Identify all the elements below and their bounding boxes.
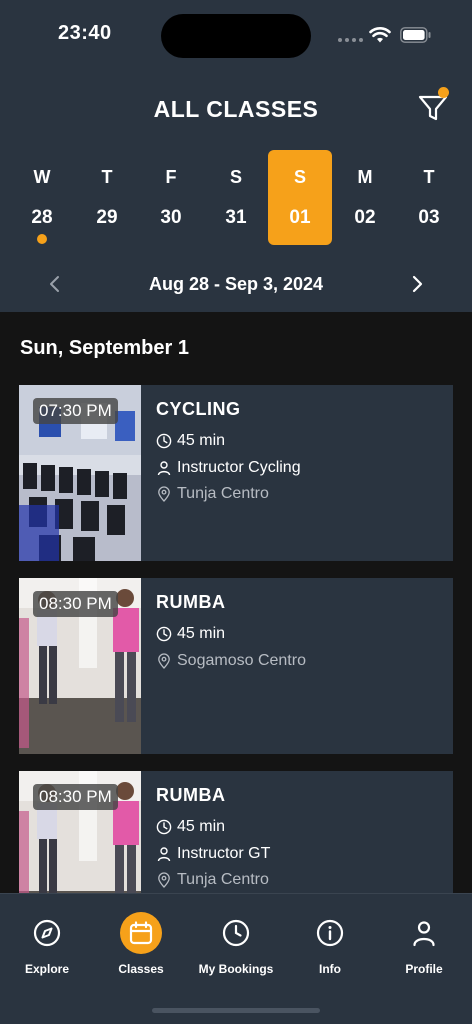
tab-bar: Explore Classes My Bookings Info Profile [0,893,472,1024]
class-name: RUMBA [156,785,226,805]
class-card[interactable]: 07:30 PM CYCLING 45 min Instructor Cycli… [19,385,453,561]
instructor-row: Instructor GT [156,844,270,864]
tab-label: My Bookings [198,962,274,976]
user-icon [157,847,171,862]
clock-icon [156,433,172,449]
class-location: Tunja Centro [177,485,269,502]
instructor-row: Instructor Cycling [156,458,301,478]
class-time-badge: 07:30 PM [33,398,118,424]
day-m-02[interactable]: M 02 [333,150,397,245]
class-instructor: Instructor GT [177,845,271,862]
event-dot [37,234,47,244]
class-duration: 45 min [177,432,226,449]
day-number: 01 [289,207,311,228]
day-letter: S [293,167,306,187]
tab-profile[interactable]: Profile [377,912,471,982]
class-duration: 45 min [177,818,226,835]
duration-row: 45 min [156,431,225,451]
class-card[interactable]: 08:30 PM RUMBA 45 min Sogamoso Centro [19,578,453,754]
day-number: 31 [225,207,247,228]
day-t-03[interactable]: T 03 [397,150,461,245]
tab-info[interactable]: Info [283,912,377,982]
clock-icon [156,819,172,835]
info-icon [309,912,351,954]
calendar-icon [120,912,162,954]
chevron-right-icon[interactable] [406,272,428,296]
clock-icon [215,912,257,954]
class-details: CYCLING 45 min Instructor Cycling Tunja … [156,385,453,561]
tab-explore[interactable]: Explore [0,912,94,982]
class-time-badge: 08:30 PM [33,591,118,617]
day-number: 28 [31,207,53,228]
user-icon [403,912,445,954]
day-letter: T [101,167,113,187]
day-s-01-selected[interactable]: S 01 [268,150,332,245]
day-s-31[interactable]: S 31 [204,150,268,245]
tab-label: Info [319,962,341,976]
day-letter: T [423,167,435,187]
location-row: Tunja Centro [156,870,269,890]
dynamic-island [161,14,311,58]
day-letter: S [229,167,242,187]
page-title: ALL CLASSES [153,96,319,122]
day-letter: M [357,167,373,187]
day-w-28[interactable]: W 28 [10,150,74,245]
tab-label: Explore [24,962,69,976]
class-time-badge: 08:30 PM [33,784,118,810]
location-pin-icon [158,486,170,502]
tab-label: Classes [118,962,164,976]
day-number: 29 [96,207,118,228]
battery-icon [400,27,431,43]
class-name: RUMBA [156,592,226,612]
location-pin-icon [158,872,170,888]
class-location: Tunja Centro [177,871,269,888]
class-name: CYCLING [156,399,241,419]
day-number: 03 [418,207,440,228]
day-f-30[interactable]: F 30 [139,150,203,245]
week-range: Aug 28 - Sep 3, 2024 [148,274,324,294]
class-details: RUMBA 45 min Sogamoso Centro [156,578,453,754]
date-heading: Sun, September 1 [20,337,189,359]
header: 23:40 ALL CLASSES W 28 T 29 F 30 S 31 S … [0,0,472,312]
status-time: 23:40 [58,22,112,44]
week-day-selector: W 28 T 29 F 30 S 31 S 01 M 02 T 03 [10,150,462,246]
location-pin-icon [158,653,170,669]
class-image: 07:30 PM [19,385,141,561]
home-indicator[interactable] [152,1008,320,1013]
tab-my-bookings[interactable]: My Bookings [189,912,283,982]
tab-label: Profile [405,962,443,976]
day-number: 02 [354,207,376,228]
status-bar: 23:40 [0,0,472,60]
duration-row: 45 min [156,817,225,837]
location-row: Sogamoso Centro [156,651,306,671]
location-row: Tunja Centro [156,484,269,504]
tab-classes[interactable]: Classes [94,912,188,982]
class-location: Sogamoso Centro [177,652,306,669]
class-instructor: Instructor Cycling [177,459,301,476]
day-letter: W [33,167,51,187]
day-number: 30 [160,207,182,228]
day-letter: F [165,167,177,187]
day-t-29[interactable]: T 29 [75,150,139,245]
compass-icon [26,912,68,954]
signal-icon [338,38,363,42]
class-duration: 45 min [177,625,226,642]
filter-badge-dot [438,87,449,98]
clock-icon [156,626,172,642]
wifi-icon [369,27,391,43]
class-image: 08:30 PM [19,578,141,754]
user-icon [157,461,171,476]
duration-row: 45 min [156,624,225,644]
